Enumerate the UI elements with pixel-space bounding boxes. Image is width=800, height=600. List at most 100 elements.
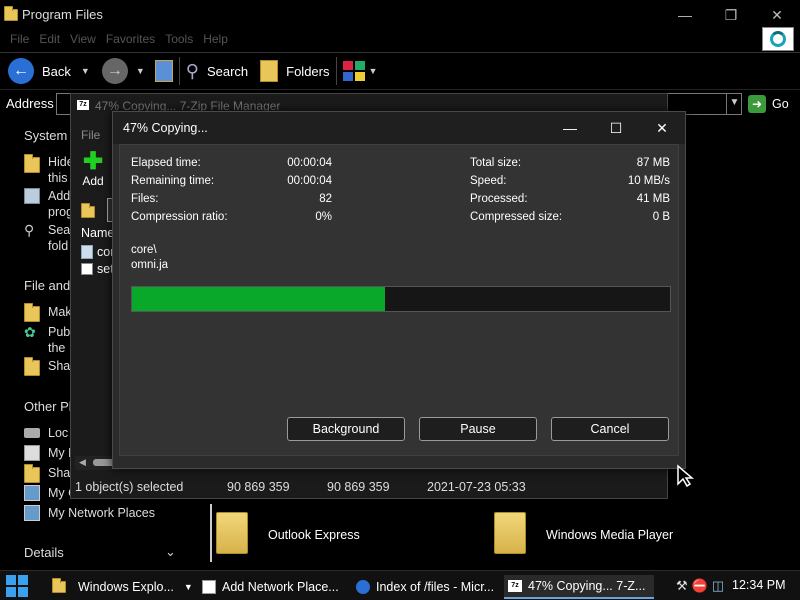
total-size-value: 87 MB <box>636 157 670 169</box>
network-tray-icon[interactable]: ◫ <box>712 578 724 594</box>
scroll-left-icon[interactable]: ◀ <box>79 457 86 468</box>
publish-icon: ✿ <box>24 324 36 340</box>
task-make-folder[interactable]: Mak <box>24 303 72 322</box>
back-button[interactable]: ← Back ▼ <box>8 55 90 87</box>
folders-label: Folders <box>286 63 330 79</box>
background-button[interactable]: Background <box>287 417 405 441</box>
details-heading[interactable]: Details <box>24 545 64 560</box>
menu-file[interactable]: File <box>81 128 100 142</box>
7zip-icon: 7z <box>508 580 522 592</box>
start-button[interactable] <box>6 575 28 597</box>
maximize-button[interactable]: ☐ <box>593 112 639 144</box>
tools-tray-icon[interactable]: ⚒ <box>676 578 688 594</box>
task-add-programs[interactable]: Add progr <box>24 188 77 220</box>
progress-bar <box>131 286 671 312</box>
system-tray: ⚒ ⛔ ◫ <box>676 578 724 594</box>
plus-icon: ✚ <box>82 148 104 175</box>
menu-view[interactable]: View <box>70 32 96 46</box>
files-label: Files: <box>131 193 159 205</box>
chevron-down-icon[interactable]: ▼ <box>81 66 90 76</box>
windows-logo-icon <box>6 575 16 585</box>
minimize-button[interactable]: — <box>662 0 708 30</box>
folder-item[interactable]: Outlook Express <box>216 512 416 558</box>
status-selected: 1 object(s) selected <box>75 480 184 494</box>
elapsed-value: 00:00:04 <box>287 157 332 169</box>
place-shared[interactable]: Sha <box>24 464 70 483</box>
ratio-label: Compression ratio: <box>131 211 228 223</box>
task-share[interactable]: Sha <box>24 357 70 376</box>
menu-favorites[interactable]: Favorites <box>106 32 155 46</box>
maximize-button[interactable]: ❐ <box>708 0 754 30</box>
clock[interactable]: 12:34 PM <box>732 578 786 592</box>
minimize-button[interactable]: — <box>547 112 593 144</box>
windows-logo-icon <box>762 27 794 51</box>
status-size: 90 869 359 <box>227 480 290 494</box>
security-alert-icon[interactable]: ⛔ <box>692 578 708 594</box>
current-path: core\ <box>131 244 157 256</box>
folder-item[interactable]: Windows Media Player <box>494 512 694 558</box>
mouse-cursor-icon <box>677 464 694 488</box>
back-arrow-icon: ← <box>8 58 34 84</box>
add-programs-icon <box>24 188 40 204</box>
close-button[interactable]: ✕ <box>639 112 685 144</box>
folder-icon <box>52 578 66 593</box>
explorer-titlebar: Program Files — ❐ ✕ <box>0 0 800 30</box>
toolbar-separator <box>335 57 337 85</box>
place-local-disk[interactable]: Loc <box>24 425 68 441</box>
task-explorer[interactable]: Windows Explo... ▼ <box>46 575 194 599</box>
folder-list: Outlook Express Windows Media Player <box>200 498 800 570</box>
menu-file[interactable]: File <box>10 32 29 46</box>
search-button[interactable]: ⚲ Search <box>186 55 248 87</box>
new-folder-icon <box>24 303 40 322</box>
folder-icon <box>24 464 40 483</box>
task-add-network-place[interactable]: Add Network Place... <box>198 575 344 599</box>
network-icon <box>24 505 40 521</box>
pause-button[interactable]: Pause <box>419 417 537 441</box>
folders-button[interactable]: Folders <box>260 55 330 87</box>
chevron-down-icon[interactable]: ▼ <box>136 66 145 76</box>
go-label: Go <box>772 97 789 111</box>
close-button[interactable]: ✕ <box>754 0 800 30</box>
chevron-down-icon[interactable]: ⌄ <box>165 544 176 560</box>
cancel-button[interactable]: Cancel <box>551 417 669 441</box>
go-button[interactable]: ➜ Go <box>748 95 789 113</box>
add-button[interactable]: ✚ Add <box>75 148 111 189</box>
search-icon: ⚲ <box>185 60 199 81</box>
task-search[interactable]: ⚲ Search fold <box>24 222 88 254</box>
file-tasks-heading: File and <box>24 278 71 293</box>
menubar: File Edit View Favorites Tools Help <box>0 28 800 50</box>
status-packed: 90 869 359 <box>327 480 390 494</box>
back-label: Back <box>42 63 71 79</box>
folders-icon <box>260 60 279 82</box>
file-icon <box>81 263 93 275</box>
menu-help[interactable]: Help <box>203 32 228 46</box>
share-folder-icon <box>24 357 40 376</box>
folder-icon <box>81 245 93 259</box>
task-hide[interactable]: Hide this <box>24 154 74 186</box>
menu-edit[interactable]: Edit <box>39 32 60 46</box>
computer-icon <box>24 485 40 501</box>
list-item[interactable]: cor <box>81 245 114 259</box>
folder-up-icon[interactable] <box>81 203 95 218</box>
dialog-title: 47% Copying... <box>123 121 208 135</box>
status-bar: 1 object(s) selected 90 869 359 90 869 3… <box>71 478 669 498</box>
forward-button[interactable]: → ▼ <box>101 55 145 87</box>
menu-tools[interactable]: Tools <box>165 32 193 46</box>
divider <box>210 504 212 562</box>
task-publish[interactable]: ✿ Pub the <box>24 324 70 356</box>
column-name-header[interactable]: Name <box>81 226 114 240</box>
status-date: 2021-07-23 05:33 <box>427 480 526 494</box>
other-places-heading: Other Pl <box>24 399 72 414</box>
folder-icon <box>216 512 248 554</box>
views-button[interactable]: ▼ <box>342 55 378 87</box>
list-item[interactable]: set <box>81 262 114 276</box>
task-7zip[interactable]: 7z 47% Copying... 7-Z... <box>504 575 654 599</box>
remaining-label: Remaining time: <box>131 175 215 187</box>
chevron-down-icon[interactable]: ▼ <box>726 93 742 115</box>
chevron-down-icon: ▼ <box>183 582 193 592</box>
up-folder-icon[interactable] <box>154 60 173 82</box>
ratio-value: 0% <box>315 211 332 223</box>
chevron-down-icon: ▼ <box>368 66 378 76</box>
place-network[interactable]: My Network Places <box>24 505 155 521</box>
task-browser[interactable]: Index of /files - Micr... <box>352 575 496 599</box>
